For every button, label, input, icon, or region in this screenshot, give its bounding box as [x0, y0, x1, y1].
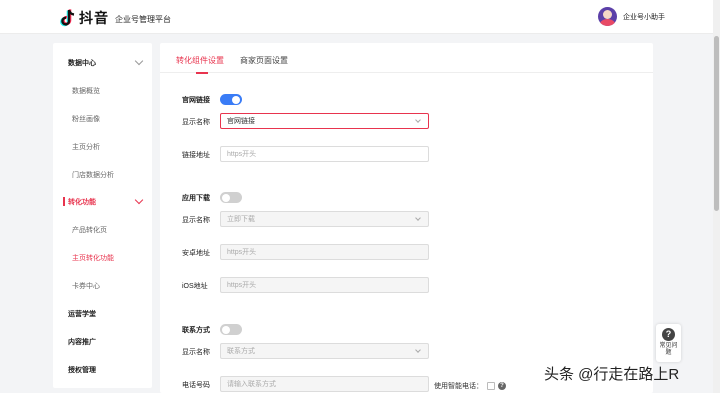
website-display-name-select[interactable]: 官网链接: [220, 113, 429, 129]
douyin-note-icon: [60, 9, 76, 27]
avatar[interactable]: [598, 7, 617, 26]
top-bar: 抖音 企业号管理平台 企业号小助手: [0, 0, 720, 34]
app-download-toggle[interactable]: [220, 192, 242, 203]
website-toggle[interactable]: [220, 94, 242, 105]
sidebar-item-data-center[interactable]: 数据中心: [53, 53, 152, 73]
sidebar-item-label: 产品转化页: [72, 227, 107, 234]
sidebar-item-data-overview[interactable]: 数据概览: [53, 81, 152, 101]
phone-label: 电话号码: [182, 382, 210, 389]
scrollbar-thumb[interactable]: [714, 36, 719, 211]
sidebar-item-coupon-center[interactable]: 卡券中心: [53, 276, 152, 296]
app-display-name-label: 显示名称: [182, 217, 210, 224]
tab-active-underline: [196, 72, 208, 74]
select-value: 联系方式: [227, 348, 255, 355]
sidebar-item-label: 授权管理: [68, 367, 96, 374]
sidebar-item-homepage-conversion[interactable]: 主页转化功能: [53, 248, 152, 268]
tab-merchant-page[interactable]: 商家页面设置: [240, 55, 288, 66]
android-url-label: 安卓地址: [182, 250, 210, 257]
platform-name: 企业号管理平台: [115, 14, 171, 24]
contact-toggle[interactable]: [220, 324, 242, 335]
ios-url-label: iOS地址: [182, 283, 208, 290]
tab-bar: 转化组件设置 商家页面设置: [160, 43, 653, 74]
website-link-input[interactable]: https开头: [220, 146, 429, 162]
douyin-logo[interactable]: 抖音 企业号管理平台: [60, 8, 171, 28]
app-download-section-label: 应用下载: [182, 195, 210, 202]
sidebar-item-store-analysis[interactable]: 门店数据分析: [53, 165, 152, 185]
input-placeholder: https开头: [227, 249, 257, 256]
android-url-input[interactable]: https开头: [220, 244, 429, 260]
user-menu[interactable]: 企业号小助手: [598, 7, 665, 26]
brand-name: 抖音: [79, 10, 109, 26]
sidebar-item-homepage-analysis[interactable]: 主页分析: [53, 137, 152, 157]
toggle-knob: [222, 193, 230, 202]
toggle-knob: [222, 325, 230, 334]
contact-section-label: 联系方式: [182, 327, 210, 334]
sidebar-item-label: 门店数据分析: [72, 172, 114, 179]
website-section-label: 官网链接: [182, 97, 210, 104]
chevron-down-icon: [415, 117, 421, 123]
sidebar-item-label: 数据中心: [68, 60, 96, 67]
sidebar-item-product-conversion[interactable]: 产品转化页: [53, 220, 152, 240]
question-icon: ?: [662, 328, 675, 341]
sidebar: 数据中心 数据概览 粉丝画像 主页分析 门店数据分析 转化功能 产品转化页 主页…: [53, 43, 152, 388]
sidebar-item-label: 卡券中心: [72, 283, 100, 290]
input-placeholder: 请输入联系方式: [227, 381, 276, 388]
watermark: 头条 @行走在路上R: [544, 366, 680, 383]
smart-phone-checkbox[interactable]: [487, 382, 495, 390]
smart-phone-label: 使用智能电话：: [434, 383, 483, 390]
sidebar-item-label: 主页转化功能: [72, 255, 114, 262]
chevron-down-icon: [134, 195, 144, 205]
user-name[interactable]: 企业号小助手: [623, 12, 665, 22]
sidebar-item-content-promotion[interactable]: 内容推广: [53, 332, 152, 352]
sidebar-item-label: 内容推广: [68, 339, 96, 346]
toggle-knob: [232, 95, 240, 104]
website-display-name-label: 显示名称: [182, 119, 210, 126]
faq-label: 常见问题: [659, 343, 678, 356]
app-display-name-select[interactable]: 立即下载: [220, 211, 429, 227]
select-value: 官网链接: [227, 118, 255, 125]
contact-display-name-select[interactable]: 联系方式: [220, 343, 429, 359]
select-value: 立即下载: [227, 216, 255, 223]
chevron-down-icon: [415, 347, 421, 353]
sidebar-item-label: 粉丝画像: [72, 116, 100, 123]
sidebar-item-label: 运营学堂: [68, 311, 96, 318]
ios-url-input[interactable]: https开头: [220, 277, 429, 293]
smart-phone-option: 使用智能电话： ?: [434, 381, 506, 391]
sidebar-item-ops-school[interactable]: 运营学堂: [53, 304, 152, 324]
sidebar-item-fan-profile[interactable]: 粉丝画像: [53, 109, 152, 129]
input-placeholder: https开头: [227, 151, 257, 158]
input-placeholder: https开头: [227, 282, 257, 289]
chevron-down-icon: [134, 56, 144, 66]
main-panel: 转化组件设置 商家页面设置 官网链接 显示名称 官网链接 链接地址 https开…: [160, 43, 653, 393]
chevron-down-icon: [415, 215, 421, 221]
sidebar-item-conversion[interactable]: 转化功能: [53, 192, 152, 212]
tab-conversion-components[interactable]: 转化组件设置: [176, 55, 224, 66]
faq-button[interactable]: ? 常见问题: [656, 324, 681, 362]
active-indicator: [63, 197, 65, 206]
contact-display-name-label: 显示名称: [182, 349, 210, 356]
sidebar-item-authorization[interactable]: 授权管理: [53, 360, 152, 380]
sidebar-item-label: 主页分析: [72, 144, 100, 151]
sidebar-item-label: 数据概览: [72, 88, 100, 95]
website-link-label: 链接地址: [182, 152, 210, 159]
phone-input[interactable]: 请输入联系方式: [220, 376, 429, 392]
sidebar-item-label: 转化功能: [68, 199, 96, 206]
help-icon[interactable]: ?: [498, 382, 506, 390]
